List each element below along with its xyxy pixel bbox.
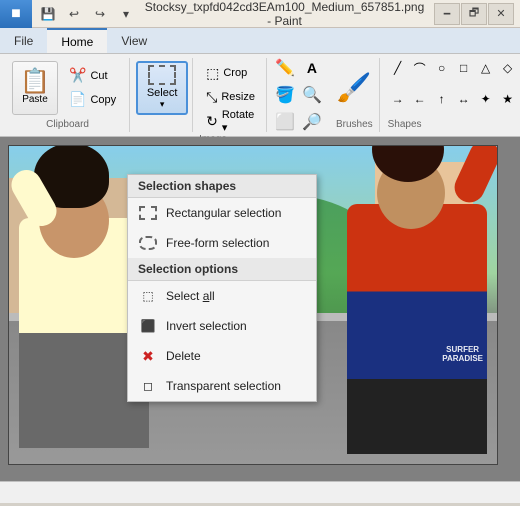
clipboard-group: 📋 Paste ✂️ Cut 📄 Copy Clipboard <box>6 58 130 132</box>
redo-quick-btn[interactable]: ↪ <box>90 4 110 24</box>
delete-label: Delete <box>166 349 306 363</box>
invert-icon: ⬛ <box>138 316 158 336</box>
magnify-tool[interactable]: 🔎 <box>300 110 324 134</box>
cut-copy-btns: ✂️ Cut 📄 Copy <box>62 65 123 111</box>
text-tool[interactable]: A <box>300 56 324 80</box>
resize-icon: ⤡ <box>206 89 217 106</box>
ribbon-tabs: File Home View <box>0 28 520 54</box>
status-bar <box>0 481 520 503</box>
selection-options-header: Selection options <box>128 258 316 281</box>
selection-dropdown: Selection shapes Rectangular selection F… <box>127 174 317 402</box>
maximize-button[interactable]: 🗗 <box>461 3 487 25</box>
shape-arrow-left[interactable]: ← <box>410 89 430 109</box>
undo-quick-btn[interactable]: ↩ <box>64 4 84 24</box>
rectangular-selection-item[interactable]: Rectangular selection <box>128 198 316 228</box>
copy-label: Copy <box>90 94 116 106</box>
rotate-label: Rotate ▾ <box>222 109 255 134</box>
paste-icon: 📋 <box>20 70 50 94</box>
select-all-label: Select all <box>166 289 306 303</box>
crop-label: Crop <box>223 67 247 79</box>
shape-star4[interactable]: ✦ <box>476 89 496 109</box>
shapes-label: Shapes <box>388 119 520 132</box>
quick-access-bar: ■ 💾 ↩ ↪ ▾ Stocksy_txpfd042cd3EAm100_Medi… <box>0 0 520 28</box>
eyedropper-tool[interactable]: 🔍 <box>300 83 324 107</box>
select-all-item[interactable]: ⬚ Select all <box>128 281 316 311</box>
delete-icon: ✖ <box>138 346 158 366</box>
shapes-grid: ╱ ⌒ ○ □ △ ◇ ⬠ ⬡ → ← ↑ ↔ ✦ ★ 💬 ♡ <box>388 58 520 117</box>
tab-home[interactable]: Home <box>47 28 107 53</box>
rect-sel-icon <box>138 203 158 223</box>
shape-line[interactable]: ╱ <box>388 58 408 78</box>
select-icon <box>148 65 176 85</box>
select-dropdown-arrow[interactable]: ▾ <box>160 99 165 110</box>
canvas-image[interactable]: SURFERPARADISE Selection shapes Rectangu… <box>8 145 498 465</box>
app-menu-button[interactable]: ■ <box>0 0 32 28</box>
eraser-tool[interactable]: ⬜ <box>273 110 297 134</box>
shapes-group: ╱ ⌒ ○ □ △ ◇ ⬠ ⬡ → ← ↑ ↔ ✦ ★ 💬 ♡ Shapes <box>382 58 520 132</box>
ribbon-body: 📋 Paste ✂️ Cut 📄 Copy Clipboard <box>0 54 520 136</box>
save-quick-btn[interactable]: 💾 <box>38 4 58 24</box>
cut-button[interactable]: ✂️ Cut <box>62 65 123 87</box>
select-group: Select ▾ <box>132 58 193 132</box>
clipboard-label: Clipboard <box>46 119 89 132</box>
tab-view[interactable]: View <box>107 28 161 53</box>
quick-access-dropdown[interactable]: ▾ <box>116 4 136 24</box>
main-area: SURFERPARADISE Selection shapes Rectangu… <box>0 137 520 481</box>
transparent-label: Transparent selection <box>166 379 306 393</box>
image-group-inner: ⬚ Crop ⤡ Resize ↻ Rotate ▾ <box>199 58 262 132</box>
shape-arrow-right[interactable]: → <box>388 89 408 109</box>
resize-button[interactable]: ⤡ Resize <box>199 86 262 108</box>
cut-label: Cut <box>90 70 107 82</box>
crop-button[interactable]: ⬚ Crop <box>199 62 262 84</box>
shape-arrow-up[interactable]: ↑ <box>432 89 452 109</box>
cut-icon: ✂️ <box>69 67 86 84</box>
shape-arrow-4[interactable]: ↔ <box>454 89 474 109</box>
pencil-tool[interactable]: ✏️ <box>273 56 297 80</box>
select-group-label <box>136 119 188 132</box>
brushes-button[interactable]: 🖌️ <box>337 74 372 102</box>
clipboard-inner: 📋 Paste ✂️ Cut 📄 Copy <box>12 58 123 117</box>
select-label: Select <box>147 87 178 99</box>
delete-item[interactable]: ✖ Delete <box>128 341 316 371</box>
shape-diamond[interactable]: ◇ <box>498 58 518 78</box>
resize-label: Resize <box>221 91 255 103</box>
image-group: ⬚ Crop ⤡ Resize ↻ Rotate ▾ Image <box>195 58 267 132</box>
window-controls: 🗕 🗗 ✕ <box>433 3 514 25</box>
shirt-text: SURFERPARADISE <box>442 345 483 364</box>
tab-file[interactable]: File <box>0 28 47 53</box>
rotate-button[interactable]: ↻ Rotate ▾ <box>199 110 262 132</box>
selection-shapes-header: Selection shapes <box>128 175 316 198</box>
invert-label: Invert selection <box>166 319 306 333</box>
crop-icon: ⬚ <box>206 65 219 82</box>
select-all-icon: ⬚ <box>138 286 158 306</box>
shape-triangle[interactable]: △ <box>476 58 496 78</box>
canvas-scroll[interactable]: SURFERPARADISE Selection shapes Rectangu… <box>0 137 520 481</box>
brushes-group: 🖌️ Brushes <box>330 58 380 132</box>
person-right <box>347 164 487 454</box>
freeform-sel-icon <box>138 233 158 253</box>
close-button[interactable]: ✕ <box>488 3 514 25</box>
ribbon: File Home View 📋 Paste ✂️ Cut 📄 Co <box>0 28 520 137</box>
copy-icon: 📄 <box>69 91 86 108</box>
brushes-label: Brushes <box>336 119 373 132</box>
shape-curve[interactable]: ⌒ <box>410 58 430 78</box>
copy-button[interactable]: 📄 Copy <box>62 89 123 111</box>
window-title: Stocksy_txpfd042cd3EAm100_Medium_657851.… <box>142 0 427 28</box>
freeform-selection-item[interactable]: Free-form selection <box>128 228 316 258</box>
rectangular-label: Rectangular selection <box>166 206 306 220</box>
freeform-label: Free-form selection <box>166 236 306 250</box>
tools-group: ✏️ A 🪣 🔍 ⬜ 🔎 <box>269 58 328 132</box>
select-button[interactable]: Select ▾ <box>136 61 188 115</box>
transparent-icon: ◻ <box>138 376 158 396</box>
minimize-button[interactable]: 🗕 <box>434 3 460 25</box>
paste-button[interactable]: 📋 Paste <box>12 61 58 115</box>
invert-selection-item[interactable]: ⬛ Invert selection <box>128 311 316 341</box>
shape-oval[interactable]: ○ <box>432 58 452 78</box>
paste-label: Paste <box>22 94 48 105</box>
fill-tool[interactable]: 🪣 <box>273 83 297 107</box>
shape-star5[interactable]: ★ <box>498 89 518 109</box>
rotate-icon: ↻ <box>206 113 218 130</box>
transparent-selection-item[interactable]: ◻ Transparent selection <box>128 371 316 401</box>
shape-rect[interactable]: □ <box>454 58 474 78</box>
